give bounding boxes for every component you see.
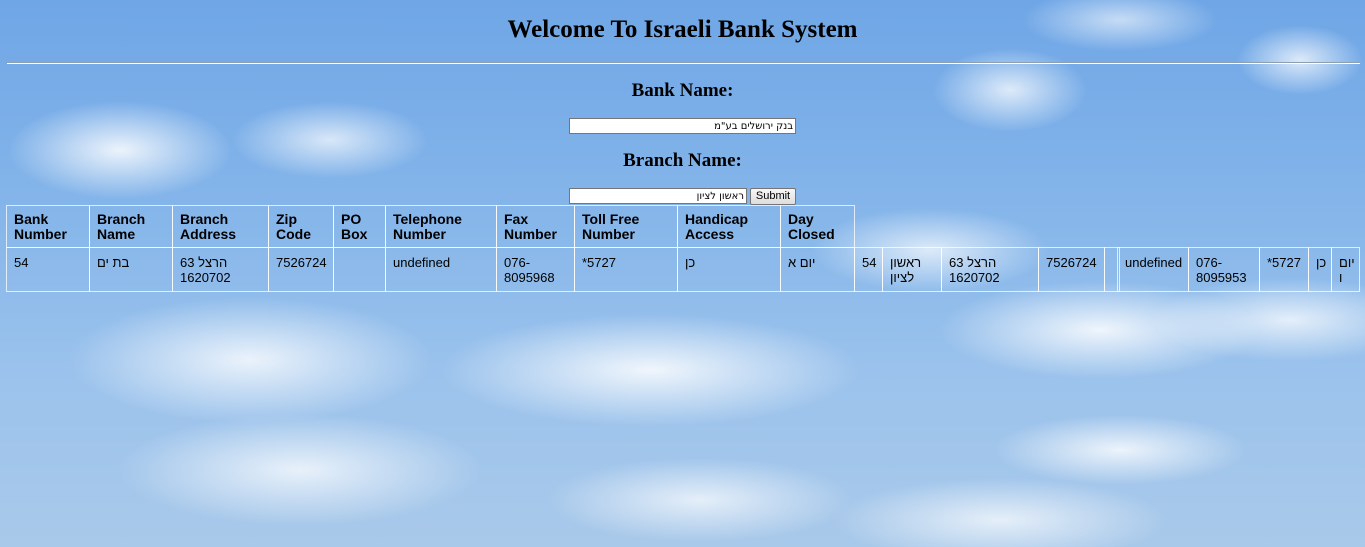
submit-button[interactable]: Submit <box>750 188 796 205</box>
header-po-box: PO Box <box>333 205 386 248</box>
row2-zip-code: 7526724 <box>1038 247 1105 292</box>
row1-po-box <box>333 247 386 292</box>
row2-telephone-number: undefined <box>1117 247 1189 292</box>
header-branch-name: Branch Name <box>89 205 173 248</box>
row1-zip-code: 7526724 <box>268 247 334 292</box>
row1-fax-number: 076-8095968 <box>496 247 575 292</box>
branch-name-label: Branch Name: <box>623 150 742 171</box>
row2-handicap-access: כן <box>1308 247 1332 292</box>
row2-branch-name: ראשון לציון <box>882 247 942 292</box>
bank-name-label: Bank Name: <box>631 80 734 101</box>
header-zip-code: Zip Code <box>268 205 334 248</box>
header-toll-free-number: Toll Free Number <box>574 205 678 248</box>
header-fax-number: Fax Number <box>496 205 575 248</box>
row1-bank-number: 54 <box>6 247 90 292</box>
row2-fax-number: 076-8095953 <box>1188 247 1260 292</box>
branch-name-input[interactable] <box>569 188 747 204</box>
row1-branch-name: בת ים <box>89 247 173 292</box>
page-title: Welcome To Israeli Bank System <box>507 16 858 43</box>
header-branch-address: Branch Address <box>172 205 269 248</box>
row1-day-closed: יום א <box>780 247 855 292</box>
row2-branch-address: הרצל 63 1620702 <box>941 247 1039 292</box>
header-day-closed: Day Closed <box>780 205 855 248</box>
row1-telephone-number: undefined <box>385 247 497 292</box>
header-handicap-access: Handicap Access <box>677 205 781 248</box>
row1-handicap-access: כן <box>677 247 781 292</box>
header-bank-number: Bank Number <box>6 205 90 248</box>
title-divider <box>7 62 1360 64</box>
row2-bank-number: 54 <box>854 247 883 292</box>
row2-day-closed: יום ו <box>1331 247 1360 292</box>
row1-branch-address: הרצל 63 1620702 <box>172 247 269 292</box>
header-telephone-number: Telephone Number <box>385 205 497 248</box>
bank-name-input[interactable] <box>569 118 796 134</box>
row1-toll-free-number: *5727 <box>574 247 678 292</box>
row2-toll-free-number: *5727 <box>1259 247 1309 292</box>
